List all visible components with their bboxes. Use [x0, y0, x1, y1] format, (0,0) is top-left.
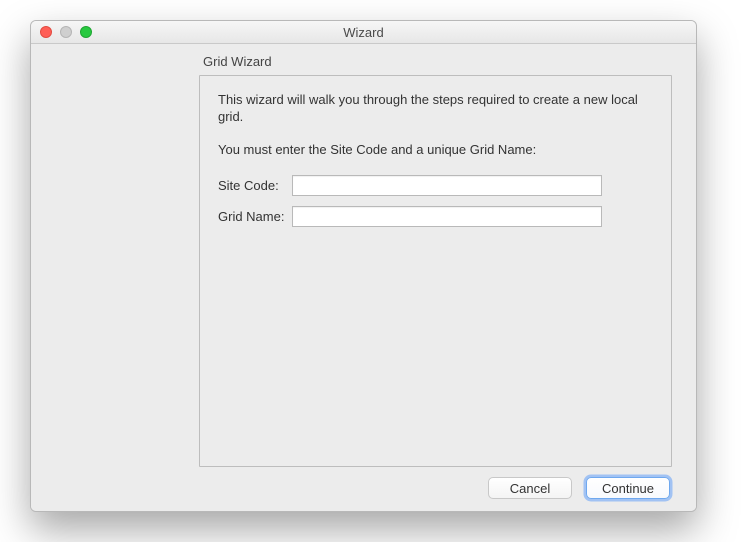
- wizard-content: Grid Wizard This wizard will walk you th…: [199, 44, 696, 511]
- cancel-button[interactable]: Cancel: [488, 477, 572, 499]
- traffic-lights: [31, 26, 92, 38]
- window-body: Grid Wizard This wizard will walk you th…: [31, 44, 696, 511]
- close-icon[interactable]: [40, 26, 52, 38]
- wizard-sidebar: [31, 44, 199, 511]
- wizard-buttons: Cancel Continue: [199, 477, 672, 499]
- continue-button[interactable]: Continue: [586, 477, 670, 499]
- wizard-window: Wizard Grid Wizard This wizard will walk…: [30, 20, 697, 512]
- wizard-instruction-text: You must enter the Site Code and a uniqu…: [218, 142, 653, 157]
- titlebar: Wizard: [31, 21, 696, 44]
- grid-name-label: Grid Name:: [218, 209, 292, 224]
- wizard-panel: This wizard will walk you through the st…: [199, 75, 672, 467]
- window-title: Wizard: [31, 25, 696, 40]
- site-code-input[interactable]: [292, 175, 602, 196]
- grid-name-input[interactable]: [292, 206, 602, 227]
- site-code-row: Site Code:: [218, 175, 653, 196]
- wizard-heading: Grid Wizard: [203, 54, 672, 69]
- wizard-intro-text: This wizard will walk you through the st…: [218, 92, 638, 126]
- zoom-icon[interactable]: [80, 26, 92, 38]
- grid-name-row: Grid Name:: [218, 206, 653, 227]
- site-code-label: Site Code:: [218, 178, 292, 193]
- minimize-icon[interactable]: [60, 26, 72, 38]
